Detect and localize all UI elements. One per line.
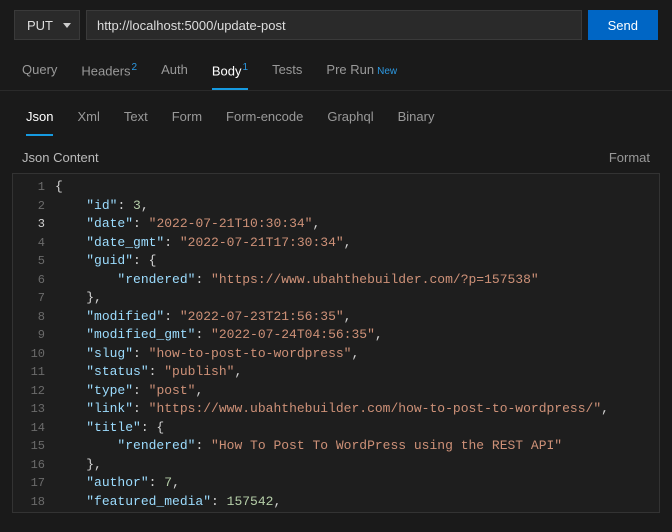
url-input[interactable]: [86, 10, 582, 40]
line-number: 12: [13, 382, 45, 401]
subtab-binary[interactable]: Binary: [398, 109, 435, 136]
line-number: 11: [13, 363, 45, 382]
content-label: Json Content: [22, 150, 99, 165]
line-number: 14: [13, 419, 45, 438]
tab-auth[interactable]: Auth: [161, 62, 188, 90]
tab-query[interactable]: Query: [22, 62, 57, 90]
line-number: 18: [13, 493, 45, 512]
subtab-graphql[interactable]: Graphql: [327, 109, 373, 136]
tab-headers-label: Headers: [81, 63, 130, 78]
code-line[interactable]: },: [55, 456, 659, 475]
subtab-xml[interactable]: Xml: [77, 109, 99, 136]
line-number: 16: [13, 456, 45, 475]
line-number: 9: [13, 326, 45, 345]
code-line[interactable]: "type": "post",: [55, 382, 659, 401]
code-line[interactable]: "modified_gmt": "2022-07-24T04:56:35",: [55, 326, 659, 345]
code-line[interactable]: },: [55, 289, 659, 308]
headers-count-badge: 2: [132, 62, 138, 73]
subtab-json[interactable]: Json: [26, 109, 53, 136]
code-content[interactable]: { "id": 3, "date": "2022-07-21T10:30:34"…: [55, 174, 659, 512]
tab-tests[interactable]: Tests: [272, 62, 302, 90]
body-sub-tabs: Json Xml Text Form Form-encode Graphql B…: [0, 91, 672, 136]
send-button[interactable]: Send: [588, 10, 658, 40]
line-number: 1: [13, 178, 45, 197]
body-count-badge: 1: [243, 62, 249, 73]
code-line[interactable]: "status": "publish",: [55, 363, 659, 382]
line-number: 4: [13, 234, 45, 253]
code-line[interactable]: {: [55, 178, 659, 197]
line-number: 2: [13, 197, 45, 216]
code-editor[interactable]: 123456789101112131415161718 { "id": 3, "…: [12, 173, 660, 513]
code-line[interactable]: "guid": {: [55, 252, 659, 271]
tab-prerun-label: Pre Run: [326, 62, 374, 77]
method-value: PUT: [27, 18, 53, 33]
main-tabs: Query Headers2 Auth Body1 Tests Pre RunN…: [0, 46, 672, 91]
line-number: 13: [13, 400, 45, 419]
new-badge: New: [377, 66, 397, 77]
code-line[interactable]: "id": 3,: [55, 197, 659, 216]
line-number: 10: [13, 345, 45, 364]
code-line[interactable]: "author": 7,: [55, 474, 659, 493]
subtab-text[interactable]: Text: [124, 109, 148, 136]
subtab-formencode[interactable]: Form-encode: [226, 109, 303, 136]
code-line[interactable]: "link": "https://www.ubahthebuilder.com/…: [55, 400, 659, 419]
line-number: 3: [13, 215, 45, 234]
format-button[interactable]: Format: [609, 150, 650, 165]
tab-body[interactable]: Body1: [212, 62, 248, 90]
tab-prerun[interactable]: Pre RunNew: [326, 62, 397, 90]
line-number: 17: [13, 474, 45, 493]
tab-body-label: Body: [212, 63, 242, 78]
code-line[interactable]: "featured_media": 157542,: [55, 493, 659, 512]
line-number: 7: [13, 289, 45, 308]
code-line[interactable]: "slug": "how-to-post-to-wordpress",: [55, 345, 659, 364]
subtab-form[interactable]: Form: [172, 109, 202, 136]
code-line[interactable]: "date_gmt": "2022-07-21T17:30:34",: [55, 234, 659, 253]
line-number: 6: [13, 271, 45, 290]
code-line[interactable]: "title": {: [55, 419, 659, 438]
code-line[interactable]: "modified": "2022-07-23T21:56:35",: [55, 308, 659, 327]
method-select[interactable]: PUT: [14, 10, 80, 40]
code-line[interactable]: "rendered": "How To Post To WordPress us…: [55, 437, 659, 456]
chevron-down-icon: [63, 23, 71, 28]
code-line[interactable]: "rendered": "https://www.ubahthebuilder.…: [55, 271, 659, 290]
line-number: 5: [13, 252, 45, 271]
line-number: 8: [13, 308, 45, 327]
code-line[interactable]: "date": "2022-07-21T10:30:34",: [55, 215, 659, 234]
line-gutter: 123456789101112131415161718: [13, 174, 55, 512]
tab-headers[interactable]: Headers2: [81, 62, 137, 90]
line-number: 15: [13, 437, 45, 456]
